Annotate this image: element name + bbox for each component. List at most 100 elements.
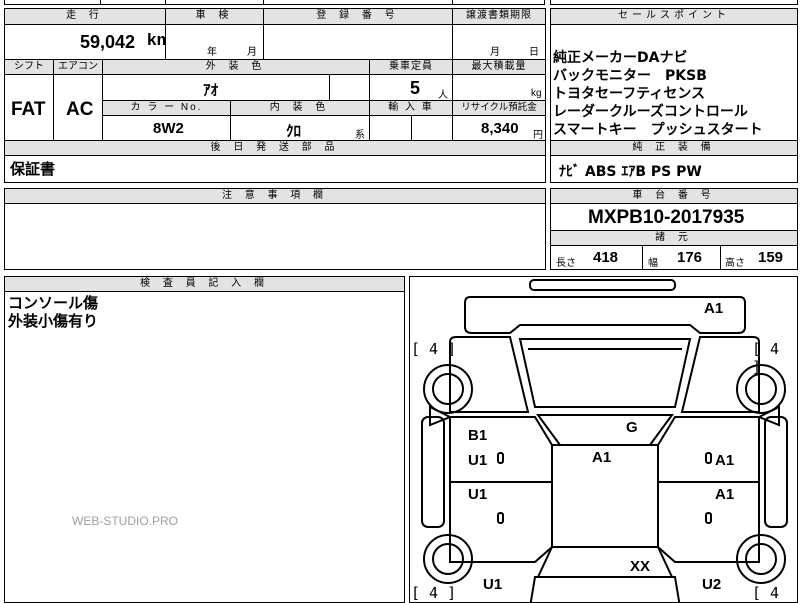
transfer-month-unit: 月	[490, 47, 500, 58]
spec-width-cell: 幅 176	[642, 245, 721, 270]
door-handle	[705, 512, 712, 524]
tire-tread-top-right: [ 4 ]	[752, 340, 780, 376]
specs-header: 諸 元	[550, 230, 798, 246]
spec-length-cell: 長さ 418	[550, 245, 643, 270]
sales-point-header: セールスポイント	[550, 8, 798, 25]
rear-right-wheel-inner	[745, 543, 777, 575]
left-rocker-panel	[421, 416, 445, 528]
damage-mark: A1	[704, 300, 724, 317]
exterior-color-suffix-cell	[329, 74, 370, 101]
transfer-deadline-header: 譲渡書類期限	[452, 8, 546, 25]
damage-mark: U1	[483, 576, 503, 593]
inspector-note-line: 外装小傷有り	[8, 312, 99, 330]
aircon-cell: AC	[53, 74, 103, 141]
max-load-unit: kg	[531, 88, 542, 99]
top-stub-divider	[100, 0, 101, 5]
left-front-fender-outline	[449, 336, 530, 413]
sales-point-cell: 純正メーカーDAナビ バックモニター PKSB トヨタセーフティセンス レーダー…	[550, 24, 798, 141]
damage-mark: A1	[715, 452, 735, 469]
import-cell-2	[411, 115, 453, 141]
recycle-header: リサイクル預託金	[452, 100, 546, 116]
recycle-unit: 円	[533, 130, 543, 141]
notes-cell	[4, 203, 546, 270]
tire-tread-top-left: [ 4 ]	[411, 340, 457, 358]
capacity-unit: 人	[438, 90, 448, 101]
standard-equipment-cell: ﾅﾋﾞ ABS ｴｱB PS PW	[550, 155, 798, 183]
spec-width-value: 176	[677, 249, 703, 266]
registration-header: 登 録 番 号	[263, 8, 453, 25]
tire-tread-bottom-right: [ 4 ]	[752, 584, 780, 602]
exterior-color-cell: ｱｵ	[102, 74, 330, 101]
standard-equipment-header: 純 正 装 備	[550, 140, 798, 156]
damage-mark: U1	[468, 486, 488, 503]
tire-tread-bottom-left: [ 4 ]	[411, 584, 457, 602]
color-no-value: 8W2	[153, 120, 184, 137]
chassis-cell: MXPB10-2017935	[550, 203, 798, 231]
right-rocker-panel	[764, 416, 788, 528]
transfer-cell: 月 日	[452, 24, 546, 60]
interior-color-header: 内 装 色	[230, 100, 370, 116]
inspector-note-line: コンソール傷	[8, 294, 99, 312]
import-cell	[369, 115, 412, 141]
rear-window-outline	[536, 546, 674, 578]
max-load-header: 最大積載量	[452, 59, 546, 75]
mileage-unit: km	[147, 30, 165, 49]
recycle-cell: 8,340 円	[452, 115, 546, 141]
rear-left-wheel	[423, 534, 473, 584]
damage-mark: G	[626, 419, 638, 436]
recycle-value: 8,340	[481, 120, 519, 137]
interior-color-suffix: 系	[355, 130, 365, 141]
damage-mark: A1	[715, 486, 735, 503]
mileage-cell: 59,042 km	[4, 24, 166, 60]
inspection-month-unit: 月	[247, 47, 257, 58]
top-stub-divider	[263, 0, 264, 5]
capacity-value: 5	[410, 78, 421, 98]
shift-cell: FAT	[4, 74, 54, 141]
inspector-cell: コンソール傷 外装小傷有り WEB-STUDIO.PRO	[4, 291, 405, 603]
top-stub-divider	[165, 0, 166, 5]
color-no-header: カ ラ ー No.	[102, 100, 231, 116]
inspection-year-unit: 年	[207, 47, 217, 58]
aircon-value: AC	[66, 99, 94, 120]
registration-cell	[263, 24, 453, 60]
front-right-wheel-inner	[745, 373, 777, 405]
color-no-cell: 8W2	[102, 115, 231, 141]
rear-right-wheel	[736, 534, 786, 584]
sales-point-line: バックモニター PKSB	[553, 68, 707, 84]
sales-point-line: スマートキー プッシュスタート	[553, 122, 763, 138]
capacity-cell: 5 人	[369, 74, 453, 101]
inspector-header: 検 査 員 記 入 欄	[4, 276, 405, 292]
spec-width-label: 幅	[648, 258, 658, 269]
exterior-color-value: ｱｵ	[203, 81, 219, 99]
front-left-wheel	[423, 364, 473, 414]
later-parts-value: 保証書	[10, 160, 56, 178]
shift-header: シフト	[4, 59, 54, 75]
top-stub-strip	[4, 0, 545, 5]
front-bumper-outline	[464, 296, 746, 334]
exterior-color-header: 外 装 色	[102, 59, 370, 75]
spec-length-label: 長さ	[556, 258, 576, 269]
sales-point-line: 純正メーカーDAナビ	[553, 50, 688, 66]
damage-mark: B1	[468, 427, 488, 444]
door-handle	[497, 452, 504, 464]
inspection-header: 車 検	[165, 8, 264, 25]
capacity-header: 乗車定員	[369, 59, 453, 75]
front-plate-outline	[529, 279, 676, 291]
transfer-day-unit: 日	[529, 47, 539, 58]
later-parts-header: 後 日 発 送 部 品	[4, 140, 546, 156]
door-handle	[497, 512, 504, 524]
spec-height-label: 高さ	[725, 258, 745, 269]
rear-left-wheel-inner	[432, 543, 464, 575]
import-header: 輸 入 車	[369, 100, 453, 116]
spec-height-cell: 高さ 159	[720, 245, 798, 270]
car-diagram-frame: A1 B1 U1 G A1 A1 U1 A1 XX U1 U2 [ 4 ] [ …	[409, 276, 798, 603]
damage-mark: A1	[592, 449, 612, 466]
shift-value: FAT	[11, 99, 46, 120]
windshield-outline	[536, 414, 674, 446]
max-load-cell: kg	[452, 74, 546, 101]
inspection-cell: 年 月	[165, 24, 264, 60]
door-handle	[705, 452, 712, 464]
rear-hatch-outline	[529, 576, 681, 602]
front-left-wheel-inner	[432, 373, 464, 405]
damage-mark: U1	[468, 452, 488, 469]
